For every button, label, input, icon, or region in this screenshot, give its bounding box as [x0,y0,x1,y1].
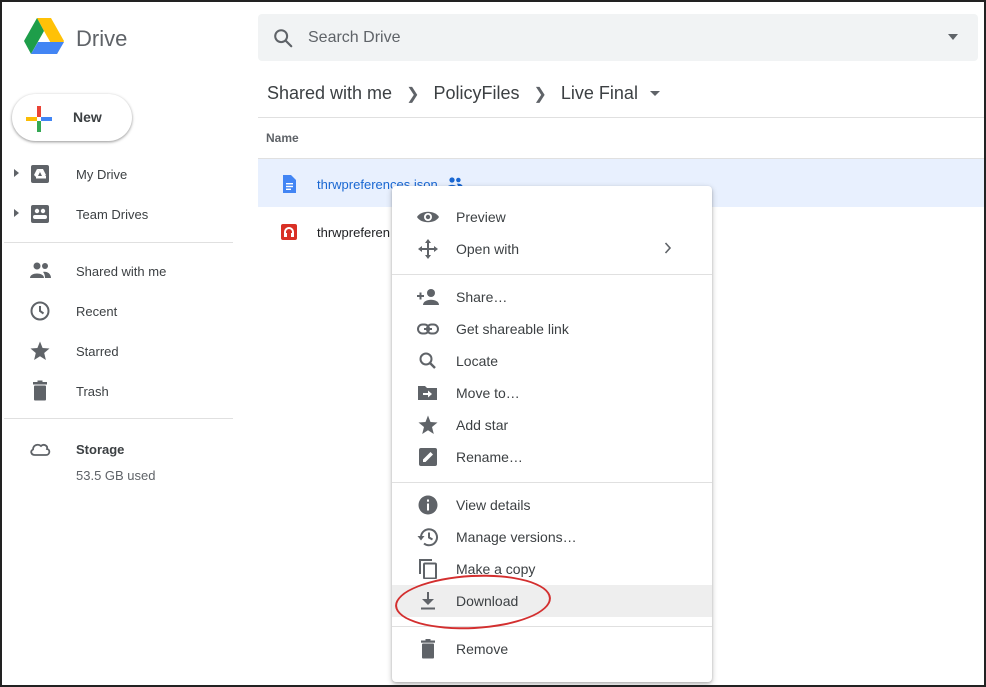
menu-item-open-with[interactable]: Open with [392,233,712,265]
search-bar[interactable] [258,14,978,61]
cloud-icon [30,443,51,456]
sidebar-item-label: Recent [76,304,118,319]
sidebar-item-label: Shared with me [76,264,167,279]
menu-item-get-shareable-link[interactable]: Get shareable link [392,313,712,345]
plus-icon [26,106,52,132]
menu-item-manage-versions[interactable]: Manage versions… [392,521,712,553]
menu-item-locate[interactable]: Locate [392,345,712,377]
sidebar-divider [4,242,233,243]
info-icon [418,495,438,515]
menu-item-label: View details [456,497,531,513]
sidebar-item-storage[interactable]: Storage [2,431,232,467]
menu-item-share[interactable]: Share… [392,281,712,313]
breadcrumb-current[interactable]: Live Final [561,83,638,104]
new-button-label: New [73,109,102,125]
eye-icon [417,211,439,223]
sidebar-item-starred[interactable]: Starred [2,333,232,369]
expand-caret-icon[interactable] [14,209,19,217]
menu-item-view-details[interactable]: View details [392,489,712,521]
team-drives-icon [31,205,49,223]
copy-icon [419,559,437,579]
clock-icon [30,301,50,321]
folder-options-dropdown-icon[interactable] [649,91,660,96]
sidebar-item-recent[interactable]: Recent [2,293,232,329]
new-button[interactable]: New [12,94,132,141]
menu-item-label: Locate [456,353,499,369]
menu-divider [392,482,712,483]
sidebar-item-shared-with-me[interactable]: Shared with me [2,253,232,289]
chevron-right-icon: ❯ [406,85,420,103]
drive-logo-icon [24,18,64,54]
search-icon [419,352,436,369]
menu-item-label: Manage versions… [456,529,577,545]
menu-item-label: Preview [456,209,506,225]
shared-people-icon [30,262,51,278]
sidebar-item-label: My Drive [76,167,128,182]
breadcrumb-item[interactable]: Shared with me [267,83,392,104]
menu-item-label: Move to… [456,385,520,401]
chevron-right-icon: ❯ [533,85,547,103]
drive-window: Drive New My Drive [0,0,986,687]
storage-label: Storage [76,442,125,457]
menu-item-label: Share… [456,289,508,305]
menu-item-remove[interactable]: Remove [392,633,712,665]
star-icon [418,415,438,434]
folder-move-icon [418,386,437,400]
file-name[interactable]: thrwpreferen [317,225,390,240]
pencil-icon [419,448,437,466]
trash-icon [421,639,435,659]
menu-item-label: Remove [456,641,509,657]
trash-icon [33,380,47,401]
menu-item-move-to[interactable]: Move to… [392,377,712,409]
menu-item-label: Rename… [456,449,523,465]
move-arrows-icon [418,239,438,259]
header-divider [258,117,984,118]
link-icon [417,323,439,335]
my-drive-icon [31,165,49,183]
star-icon [30,341,50,360]
sidebar-item-label: Starred [76,344,119,359]
column-header-name[interactable]: Name [266,131,299,145]
search-options-dropdown-icon[interactable] [948,34,958,40]
sidebar-item-label: Team Drives [76,207,149,222]
expand-caret-icon[interactable] [14,169,19,177]
document-icon [283,175,296,193]
search-input[interactable] [308,24,908,52]
sidebar-item-my-drive[interactable]: My Drive [2,156,232,192]
red-app-icon [281,224,297,240]
sidebar-item-team-drives[interactable]: Team Drives [2,196,232,232]
menu-item-preview[interactable]: Preview [392,201,712,233]
sidebar-item-trash[interactable]: Trash [2,373,232,409]
app-title: Drive [76,26,128,51]
add-person-icon [417,289,439,305]
breadcrumb-item[interactable]: PolicyFiles [433,83,519,104]
menu-item-label: Add star [456,417,509,433]
menu-item-add-star[interactable]: Add star [392,409,712,441]
drive-logo[interactable] [24,18,64,54]
history-icon [417,528,438,547]
menu-divider [392,274,712,275]
menu-item-label: Get shareable link [456,321,569,337]
menu-item-rename[interactable]: Rename… [392,441,712,473]
breadcrumb: Shared with me ❯ PolicyFiles ❯ Live Fina… [267,83,660,104]
menu-item-label: Open with [456,241,520,257]
sidebar-item-label: Trash [76,384,109,399]
search-icon[interactable] [272,27,294,49]
sidebar-divider [4,418,233,419]
chevron-right-icon [664,242,672,254]
storage-used-text: 53.5 GB used [76,468,156,483]
